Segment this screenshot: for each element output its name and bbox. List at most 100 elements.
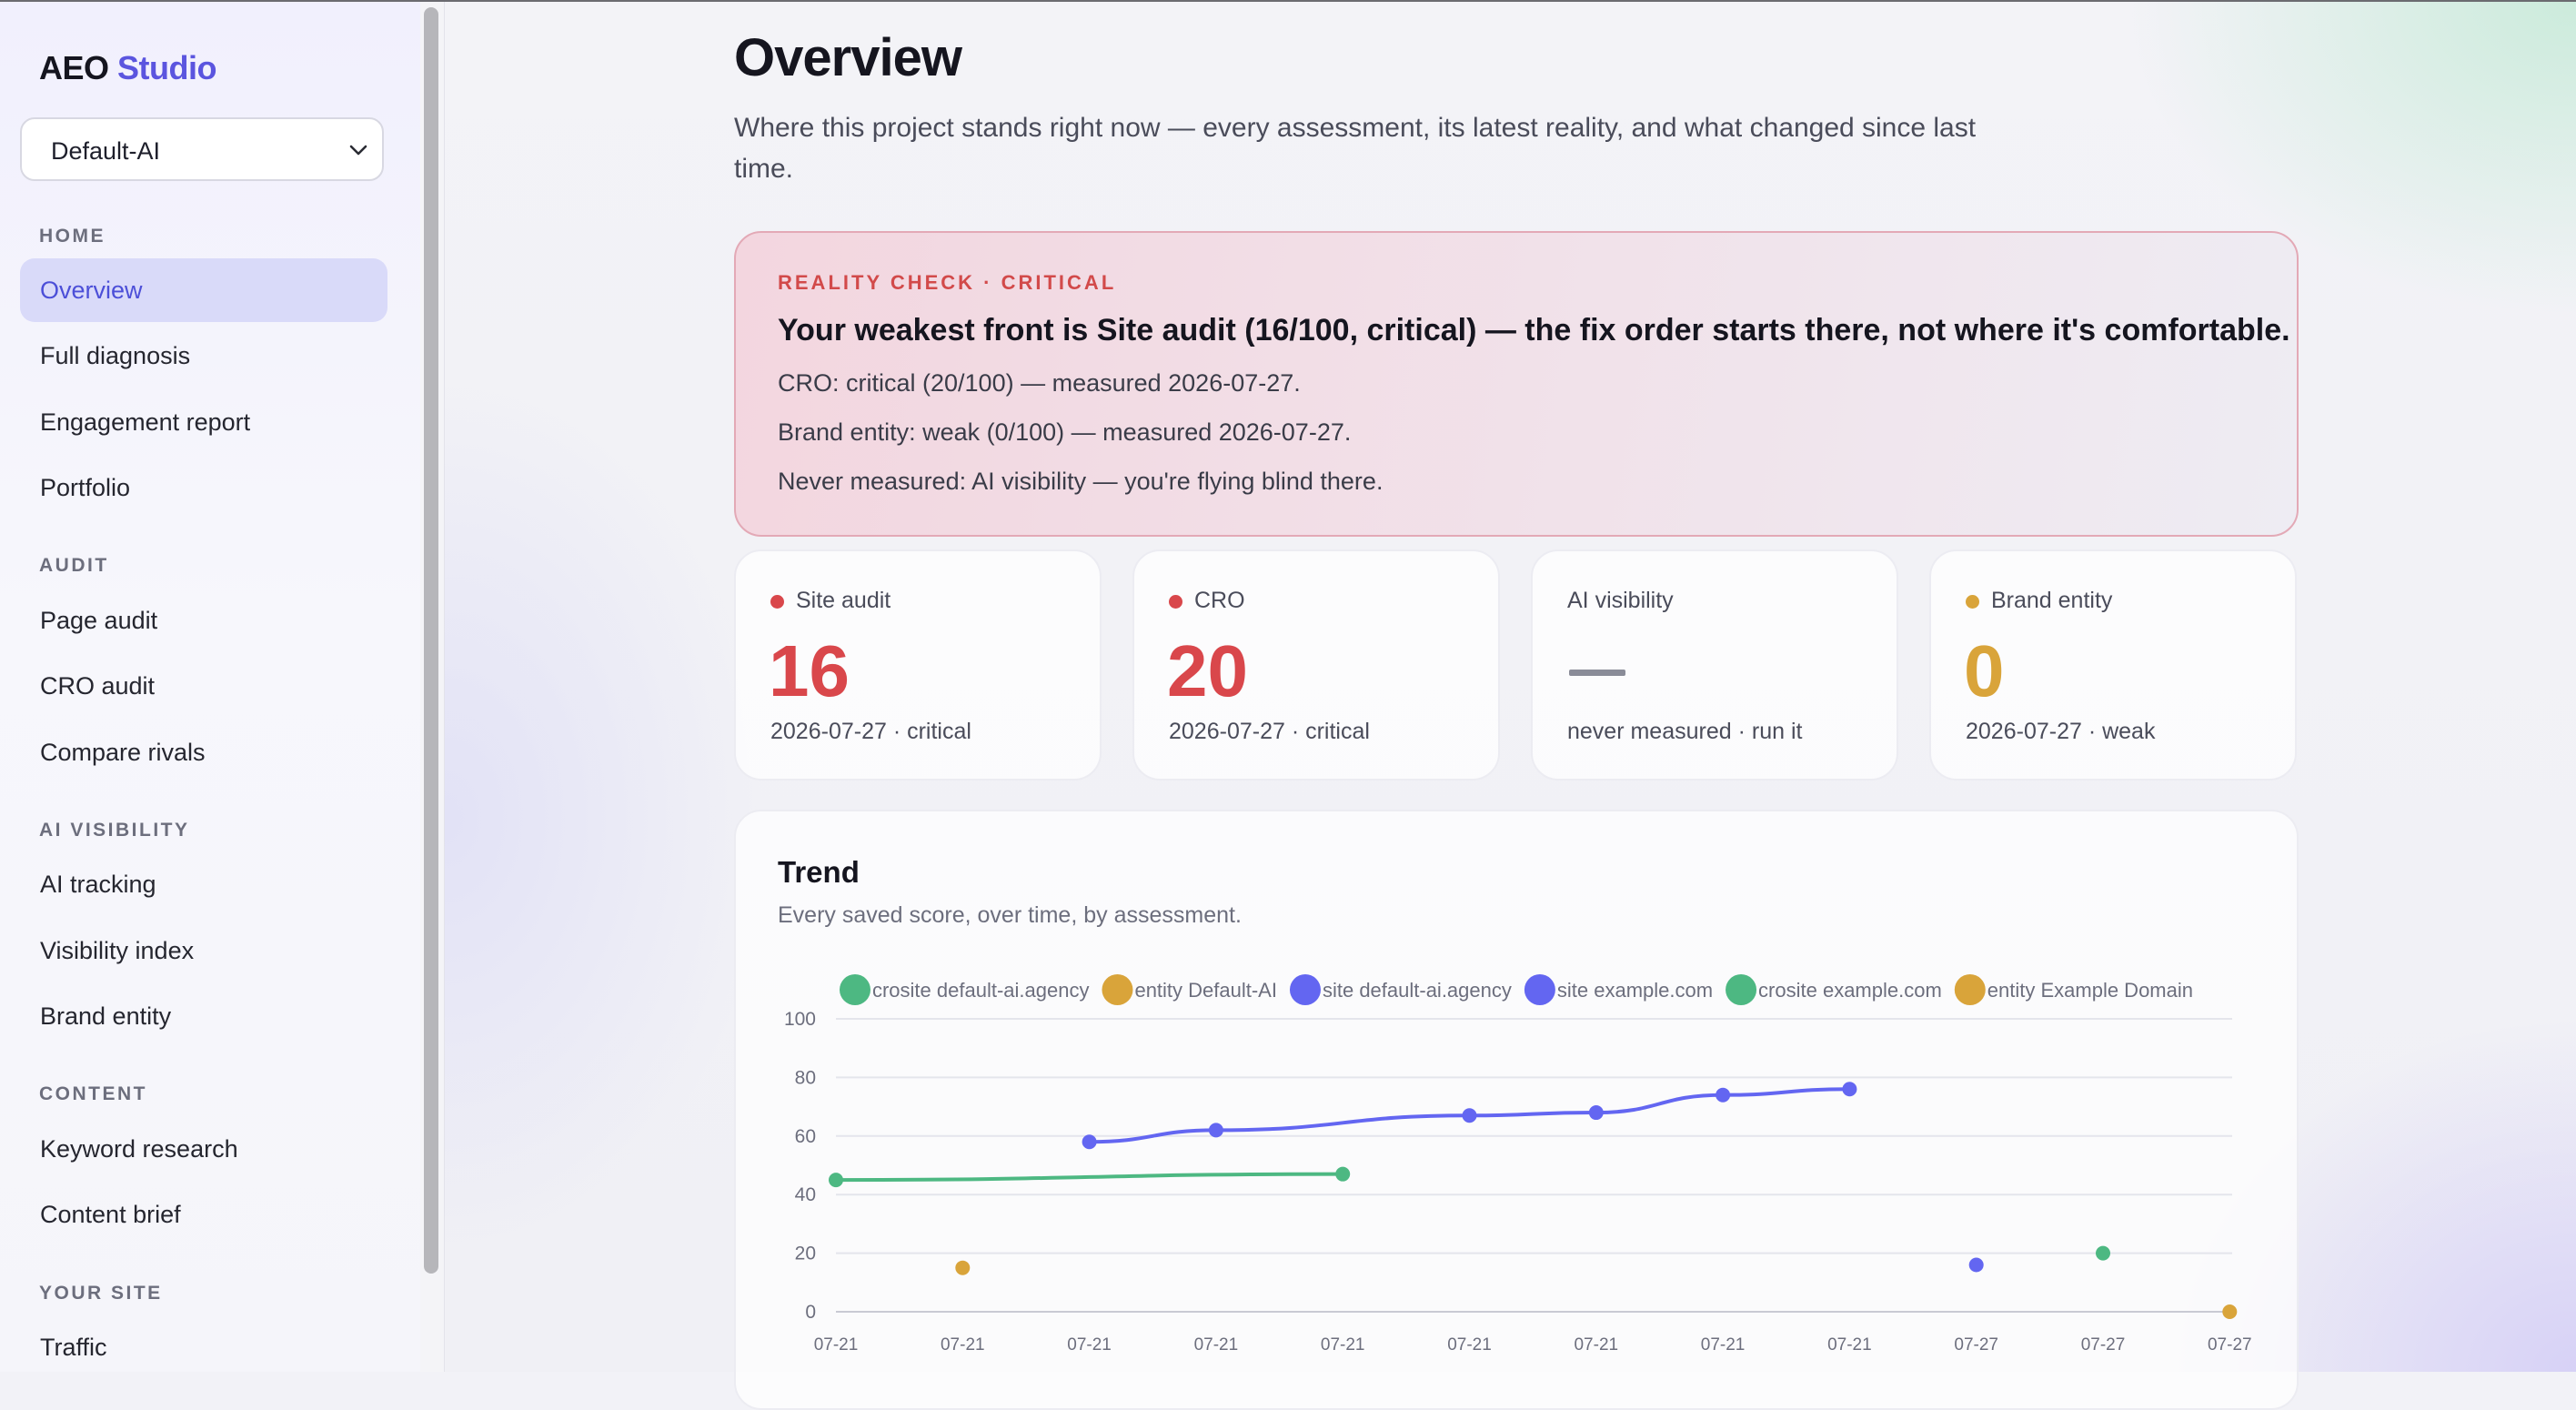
- sidebar-item-label: Keyword research: [40, 1135, 238, 1163]
- series-line: [834, 1172, 1345, 1183]
- score-card-value: 16: [769, 630, 850, 711]
- sidebar-item-visibility-index[interactable]: Visibility index: [20, 919, 387, 982]
- score-card-name: AI visibility: [1567, 588, 1674, 613]
- score-card-site-audit[interactable]: Site audit 16 2026-07-27 · critical: [734, 549, 1102, 781]
- data-point: [1208, 1123, 1223, 1138]
- sidebar-item-compare-rivals[interactable]: Compare rivals: [20, 720, 387, 784]
- sidebar-item-page-audit[interactable]: Page audit: [20, 589, 387, 652]
- page-title: Overview: [734, 28, 962, 87]
- sidebar-item-traffic[interactable]: Traffic: [20, 1315, 387, 1372]
- brand-name-accent: Studio: [117, 49, 217, 86]
- y-tick-label: 0: [805, 1302, 816, 1323]
- x-tick-label: 07-27: [2208, 1335, 2252, 1355]
- section-title-content: CONTENT: [39, 1083, 147, 1104]
- legend-swatch: [1954, 974, 1986, 1005]
- data-point: [1588, 1105, 1604, 1121]
- sidebar-item-label: Page audit: [40, 607, 158, 634]
- section-title-home: HOME: [39, 226, 106, 247]
- sidebar-scrollbar[interactable]: [420, 2, 445, 1372]
- legend-label: site example.com: [1557, 979, 1713, 1002]
- score-card-name: CRO: [1194, 588, 1245, 613]
- data-point: [955, 1260, 971, 1275]
- score-card-meta: 2026-07-27 · critical: [1169, 719, 1370, 744]
- sidebar-item-keyword-research[interactable]: Keyword research: [20, 1117, 387, 1181]
- project-select[interactable]: Default-AI: [20, 117, 384, 181]
- brand-logo[interactable]: AEO Studio: [39, 49, 217, 87]
- reality-check-line: Never measured: AI visibility — you're f…: [778, 468, 1384, 495]
- sidebar-item-label: Content brief: [40, 1201, 181, 1228]
- reality-check-line: Brand entity: weak (0/100) — measured 20…: [778, 418, 1352, 446]
- sidebar-item-label: Overview: [40, 277, 143, 304]
- score-card-name: Brand entity: [1991, 588, 2113, 613]
- score-card-cro[interactable]: CRO 20 2026-07-27 · critical: [1132, 549, 1500, 781]
- sidebar-item-overview[interactable]: Overview: [20, 258, 387, 322]
- y-tick-label: 20: [795, 1244, 816, 1264]
- legend-swatch: [1726, 974, 1757, 1005]
- sidebar-item-content-brief[interactable]: Content brief: [20, 1183, 387, 1246]
- sidebar-item-label: AI tracking: [40, 871, 156, 898]
- sidebar-item-cro-audit[interactable]: CRO audit: [20, 654, 387, 718]
- status-dot: [1966, 595, 1979, 609]
- legend-label: entity Example Domain: [1987, 979, 2193, 1002]
- sidebar-item-label: Engagement report: [40, 408, 251, 436]
- sidebar-item-brand-entity[interactable]: Brand entity: [20, 984, 387, 1048]
- sidebar-item-label: Brand entity: [40, 1002, 172, 1030]
- score-card-value: 20: [1167, 630, 1248, 711]
- legend-swatch: [1289, 974, 1321, 1005]
- reality-check-card: REALITY CHECK · CRITICAL Your weakest fr…: [734, 231, 2299, 537]
- sidebar-item-label: Portfolio: [40, 474, 131, 501]
- x-tick-label: 07-21: [814, 1335, 859, 1355]
- score-card-ai-visibility[interactable]: AI visibility never measured · run it: [1531, 549, 1898, 781]
- score-card-meta: never measured · run it: [1567, 719, 1803, 744]
- x-tick-label: 07-27: [1954, 1335, 1998, 1355]
- section-title-ai-visibility: AI VISIBILITY: [39, 820, 190, 841]
- x-tick-label: 07-21: [1194, 1335, 1239, 1355]
- project-select-value: Default-AI: [51, 137, 161, 165]
- status-dot: [770, 595, 784, 609]
- scrollbar-thumb[interactable]: [424, 7, 438, 1274]
- legend-label: entity Default-AI: [1134, 979, 1277, 1002]
- reality-check-eyebrow: REALITY CHECK · CRITICAL: [778, 271, 1117, 294]
- trend-card: Trend Every saved score, over time, by a…: [734, 810, 2299, 1410]
- legend-swatch: [1102, 974, 1133, 1005]
- x-tick-label: 07-21: [941, 1335, 985, 1355]
- sidebar-item-ai-tracking[interactable]: AI tracking: [20, 852, 387, 916]
- y-tick-label: 100: [784, 1009, 816, 1030]
- y-tick-label: 80: [795, 1067, 816, 1088]
- data-point: [1968, 1257, 1984, 1273]
- x-tick-label: 07-21: [1827, 1335, 1872, 1355]
- x-tick-label: 07-21: [1447, 1335, 1492, 1355]
- legend-swatch: [839, 974, 870, 1005]
- score-card-value: 0: [1964, 630, 2005, 711]
- data-point: [2096, 1245, 2110, 1261]
- sidebar-item-label: CRO audit: [40, 672, 156, 700]
- no-score-dash: [1569, 670, 1625, 676]
- x-tick-label: 07-21: [1701, 1335, 1746, 1355]
- sidebar-item-label: Visibility index: [40, 937, 195, 964]
- score-card-brand-entity[interactable]: Brand entity 0 2026-07-27 · weak: [1929, 549, 2297, 781]
- section-title-audit: AUDIT: [39, 555, 109, 576]
- legend-label: site default-ai.agency: [1323, 979, 1512, 1002]
- section-title-your-site: YOUR SITE: [39, 1283, 163, 1304]
- score-card-meta: 2026-07-27 · weak: [1966, 719, 2156, 744]
- score-card-meta: 2026-07-27 · critical: [770, 719, 971, 744]
- legend-label: crosite default-ai.agency: [872, 979, 1089, 1002]
- sidebar-item-portfolio[interactable]: Portfolio: [20, 456, 387, 519]
- sidebar-item-label: Full diagnosis: [40, 342, 191, 369]
- data-point: [1335, 1166, 1351, 1182]
- legend-swatch: [1524, 974, 1555, 1005]
- legend-label: crosite example.com: [1758, 979, 1942, 1002]
- brand-name: AEO: [39, 49, 109, 86]
- data-point: [2222, 1304, 2238, 1319]
- data-point: [1462, 1108, 1477, 1123]
- sidebar-item-full-diagnosis[interactable]: Full diagnosis: [20, 324, 387, 388]
- x-tick-label: 07-21: [1067, 1335, 1112, 1355]
- x-tick-label: 07-21: [1321, 1335, 1365, 1355]
- sidebar-item-engagement-report[interactable]: Engagement report: [20, 390, 387, 454]
- sidebar-item-label: Traffic: [40, 1334, 107, 1361]
- data-point: [1842, 1082, 1857, 1097]
- score-card-name: Site audit: [796, 588, 891, 613]
- page-subtitle: Where this project stands right now — ev…: [734, 113, 1977, 184]
- sidebar-item-label: Compare rivals: [40, 739, 206, 766]
- reality-check-headline: Your weakest front is Site audit (16/100…: [778, 313, 2290, 347]
